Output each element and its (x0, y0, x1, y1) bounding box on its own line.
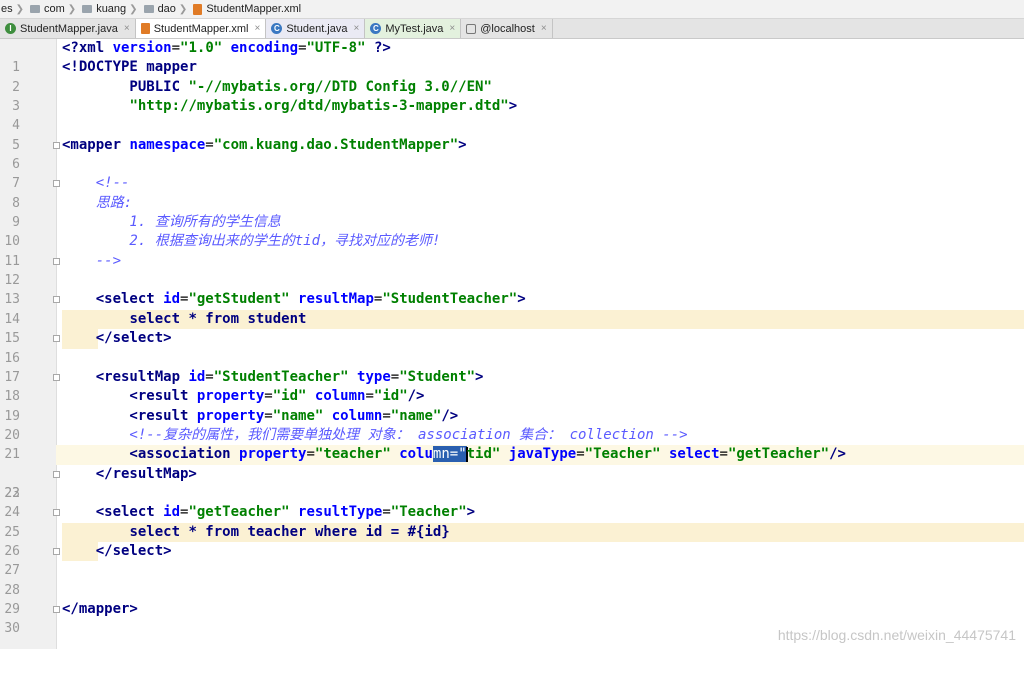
code-line[interactable]: 1 <?xml version="1.0" encoding="UTF-8" ?… (0, 39, 1024, 75)
fold-toggle-icon[interactable] (53, 335, 60, 343)
class-icon: C (271, 23, 283, 34)
code-line[interactable]: 28 (0, 561, 1024, 598)
text-selection[interactable]: mn=" (432, 446, 467, 463)
folder-icon (82, 5, 93, 13)
fold-toggle-icon[interactable] (53, 547, 60, 555)
code-line-current[interactable]: 22 <association property="teacher" colum… (0, 445, 1024, 501)
fold-toggle-icon[interactable] (53, 180, 60, 188)
code-line[interactable]: 21 <!--复杂的属性，我们需要单独处理 对象： association 集合… (0, 426, 1024, 462)
code-line[interactable]: 13 (0, 271, 1024, 307)
chevron-right-icon: ❯ (178, 3, 188, 15)
close-icon[interactable]: × (541, 23, 547, 34)
close-icon[interactable]: × (353, 23, 359, 34)
watermark: https://blog.csdn.net/weixin_44475741 (777, 627, 1016, 643)
tab-localhost[interactable]: @localhost × (461, 19, 553, 38)
code-line[interactable]: 6 <mapper namespace="com.kuang.dao.Stude… (0, 136, 1024, 172)
code-line[interactable]: 19 <result property="id" column="id"/> (0, 387, 1024, 423)
code-line[interactable]: 16 </select> (0, 329, 1024, 366)
fold-toggle-icon[interactable] (53, 470, 60, 478)
code-line[interactable]: 5 (0, 116, 1024, 153)
breadcrumb: es ❯ com ❯ kuang ❯ dao ❯ StudentMapper.xml (0, 0, 1024, 19)
code-line[interactable]: 27 </select> (0, 541, 1024, 578)
fold-toggle-icon[interactable] (53, 605, 60, 613)
code-line[interactable]: 29 (0, 581, 1024, 617)
fold-toggle-icon[interactable] (53, 296, 60, 304)
editor-tabs: I StudentMapper.java × StudentMapper.xml… (0, 19, 1024, 39)
code-line[interactable]: 14 <select id="getStudent" resultMap="St… (0, 290, 1024, 326)
fold-toggle-icon[interactable] (53, 509, 60, 517)
code-line[interactable]: 2 <!DOCTYPE mapper (0, 58, 1024, 94)
close-icon[interactable]: × (449, 23, 455, 34)
breadcrumb-item-dao[interactable]: dao ❯ (143, 3, 193, 15)
code-line[interactable]: 20 <result property="name" column="name"… (0, 407, 1024, 443)
chevron-right-icon: ❯ (129, 3, 138, 15)
code-line[interactable]: 10 1. 查询所有的学生信息 (0, 213, 1024, 249)
code-line[interactable]: 25 <select id="getTeacher" resultType="T… (0, 503, 1024, 539)
interface-icon: I (5, 23, 16, 34)
close-icon[interactable]: × (124, 23, 130, 34)
code-line[interactable]: 9 思路: (0, 194, 1024, 230)
code-line[interactable]: 17 (0, 349, 1024, 385)
xml-file-icon (193, 3, 203, 15)
code-line[interactable]: 8 <!-- (0, 174, 1024, 210)
code-line[interactable]: 12 --> (0, 252, 1024, 288)
tab-studentmapper-xml[interactable]: StudentMapper.xml × (135, 19, 267, 38)
database-console-icon (466, 23, 477, 34)
tab-mytest-java[interactable]: C MyTest.java × (365, 19, 462, 38)
fold-toggle-icon[interactable] (53, 373, 60, 381)
code-line[interactable]: 3 PUBLIC "-//mybatis.org//DTD Config 3.0… (0, 78, 1024, 114)
code-line[interactable]: 7 (0, 155, 1024, 191)
code-line[interactable]: 23 </resultMap> (0, 465, 1024, 501)
folder-icon (143, 5, 154, 13)
fold-toggle-icon[interactable] (53, 257, 60, 265)
code-line[interactable]: 4 "http://mybatis.org/dtd/mybatis-3-mapp… (0, 97, 1024, 133)
chevron-right-icon: ❯ (15, 3, 25, 15)
breadcrumb-item-kuang[interactable]: kuang ❯ (81, 3, 142, 15)
close-icon[interactable]: × (254, 23, 260, 34)
code-line[interactable]: 24 (0, 484, 1024, 520)
code-line[interactable]: 26 select * from teacher where id = #{id… (0, 522, 1024, 559)
code-line[interactable]: 15 select * from student (0, 309, 1024, 346)
code-line[interactable]: 11 2. 根据查询出来的学生的tid，寻找对应的老师! (0, 232, 1024, 268)
tab-studentmapper-java[interactable]: I StudentMapper.java × (0, 19, 136, 38)
breadcrumb-item-es[interactable]: es ❯ (0, 3, 29, 15)
tab-student-java[interactable]: C Student.java × (266, 19, 366, 38)
code-line[interactable]: 30 </mapper> (0, 600, 1024, 636)
folder-icon (30, 5, 41, 13)
class-icon: C (370, 23, 382, 34)
breadcrumb-item-com[interactable]: com ❯ (29, 3, 81, 15)
code-editor[interactable]: 1 <?xml version="1.0" encoding="UTF-8" ?… (0, 39, 1024, 636)
xml-file-icon (140, 23, 150, 34)
code-line[interactable]: 18 <resultMap id="StudentTeacher" type="… (0, 368, 1024, 404)
chevron-right-icon: ❯ (67, 3, 77, 15)
fold-toggle-icon[interactable] (53, 141, 60, 149)
breadcrumb-item-file[interactable]: StudentMapper.xml (192, 3, 302, 15)
